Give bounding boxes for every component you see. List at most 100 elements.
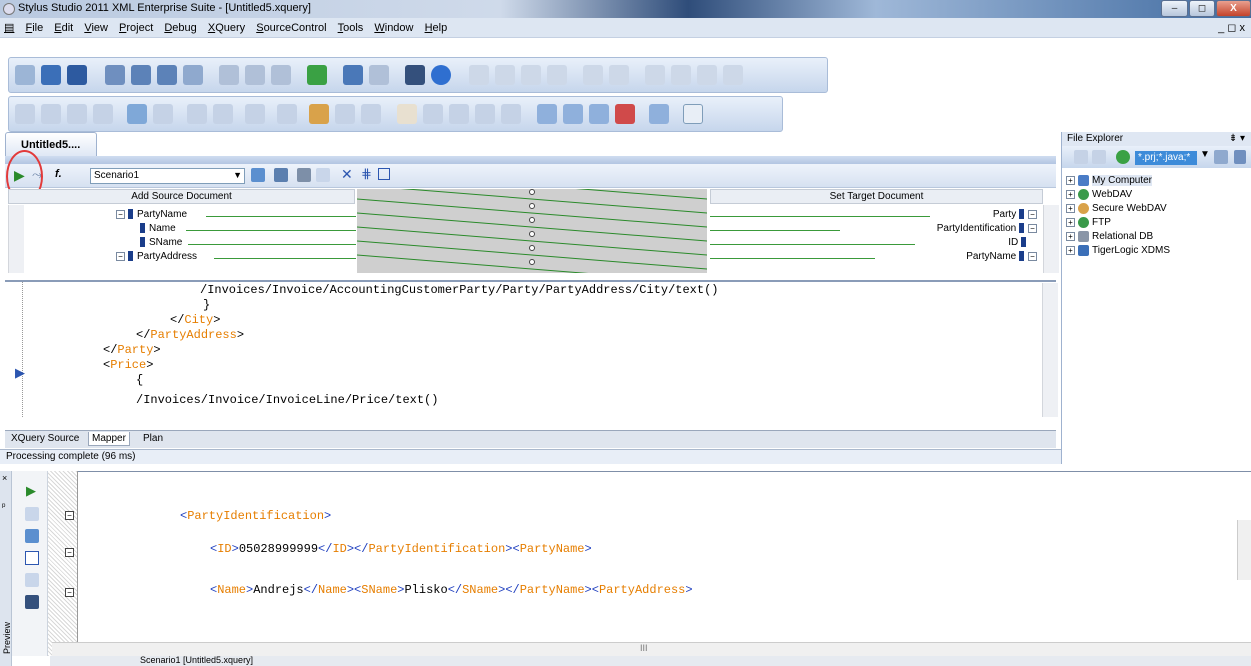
code-scrollbar[interactable] [1042, 283, 1058, 417]
fe-tool1-icon[interactable] [1074, 150, 1088, 164]
menu-file[interactable]: File [21, 19, 47, 37]
help-icon[interactable] [431, 65, 451, 85]
preview-tool3-icon[interactable] [25, 595, 39, 609]
disabled9-icon[interactable] [697, 65, 717, 85]
close-icon[interactable]: × [2, 473, 7, 483]
preview-hscrollbar[interactable]: III [52, 642, 1251, 656]
window3-icon[interactable] [157, 65, 177, 85]
dbg12-icon[interactable] [361, 104, 381, 124]
disabled5-icon[interactable] [583, 65, 603, 85]
minimize-button[interactable]: – [1161, 0, 1188, 17]
dbg10-icon[interactable] [277, 104, 297, 124]
menu-sourcecontrol[interactable]: SourceControl [252, 19, 330, 37]
menu-doc-icon[interactable]: ▤ [0, 18, 18, 37]
fe-tool3-icon[interactable] [1214, 150, 1228, 164]
mapper-tool4-icon[interactable] [316, 168, 330, 182]
mapper-tool6-icon[interactable]: ⋕ [361, 166, 372, 182]
source-node-name[interactable]: Name [140, 223, 176, 234]
dbg8-icon[interactable] [213, 104, 233, 124]
target-node-party[interactable]: Party − [930, 209, 1040, 220]
dbg9-icon[interactable] [245, 104, 265, 124]
preview-tool2-icon[interactable] [25, 573, 39, 587]
print-icon[interactable] [405, 65, 425, 85]
cut-icon[interactable] [219, 65, 239, 85]
fe-item-ftp[interactable]: + FTP [1066, 217, 1111, 228]
preview-vscrollbar[interactable] [1237, 520, 1251, 580]
function-icon[interactable]: f. [55, 168, 62, 180]
dbg15-icon[interactable] [475, 104, 495, 124]
text-view-icon[interactable] [25, 551, 39, 565]
tab-scenario1[interactable]: Scenario1 [Untitled5.xquery] [140, 655, 253, 665]
hand-icon[interactable] [397, 104, 417, 124]
mdi-controls[interactable]: _ ◻ x [1218, 21, 1245, 34]
collapse-icon[interactable]: − [65, 511, 74, 520]
target-node-partyname[interactable]: PartyName − [860, 251, 1040, 262]
browser-icon[interactable] [25, 529, 39, 543]
dbg18-icon[interactable] [563, 104, 583, 124]
target-node-partyidentification[interactable]: PartyIdentification − [840, 223, 1040, 234]
dbg1-icon[interactable] [15, 104, 35, 124]
fe-tool2-icon[interactable] [1092, 150, 1106, 164]
tab-xquery-source[interactable]: XQuery Source [8, 432, 82, 446]
collapse-icon[interactable]: − [65, 588, 74, 597]
dbg13-icon[interactable] [423, 104, 443, 124]
dbg4-icon[interactable] [93, 104, 113, 124]
dbg11-icon[interactable] [335, 104, 355, 124]
disabled8-icon[interactable] [671, 65, 691, 85]
disabled6-icon[interactable] [609, 65, 629, 85]
menu-tools[interactable]: Tools [334, 19, 368, 37]
menu-project[interactable]: Project [115, 19, 157, 37]
target-node-id[interactable]: ID [900, 237, 1030, 248]
dbg22-icon[interactable] [683, 104, 703, 124]
disabled3-icon[interactable] [521, 65, 541, 85]
source-scrollbar[interactable] [8, 205, 24, 273]
dbg6-icon[interactable] [153, 104, 173, 124]
dbg20-icon[interactable] [615, 104, 635, 124]
source-node-partyname[interactable]: − PartyName [116, 209, 187, 220]
window2-icon[interactable] [131, 65, 151, 85]
undo-icon[interactable] [343, 65, 363, 85]
disabled4-icon[interactable] [547, 65, 567, 85]
disabled10-icon[interactable] [723, 65, 743, 85]
mapper-tool1-icon[interactable] [251, 168, 265, 182]
dbg2-icon[interactable] [41, 104, 61, 124]
copy-icon[interactable] [245, 65, 265, 85]
paste-icon[interactable] [271, 65, 291, 85]
disabled1-icon[interactable] [469, 65, 489, 85]
source-header[interactable]: Add Source Document [8, 189, 355, 204]
source-node-sname[interactable]: SName [140, 237, 182, 248]
close-button[interactable]: X [1216, 0, 1251, 17]
file-filter-select[interactable]: *.prj;*.java;* [1135, 151, 1197, 165]
dbg16-icon[interactable] [501, 104, 521, 124]
menu-edit[interactable]: Edit [50, 19, 77, 37]
bug-icon[interactable] [309, 104, 329, 124]
scenario-select[interactable]: Scenario1 ▼ [90, 168, 245, 184]
refresh-icon[interactable] [1116, 150, 1130, 164]
preview-tool1-icon[interactable] [25, 507, 39, 521]
target-scrollbar[interactable] [1043, 205, 1059, 273]
menu-xquery[interactable]: XQuery [204, 19, 249, 37]
menu-view[interactable]: View [80, 19, 112, 37]
open-icon[interactable] [41, 65, 61, 85]
menu-window[interactable]: Window [370, 19, 417, 37]
run-icon[interactable]: ▶ [26, 483, 36, 499]
menu-debug[interactable]: Debug [160, 19, 200, 37]
disabled2-icon[interactable] [495, 65, 515, 85]
menu-help[interactable]: Help [421, 19, 452, 37]
save-icon[interactable] [67, 65, 87, 85]
fe-tool4-icon[interactable] [1234, 150, 1246, 164]
dbg7-icon[interactable] [187, 104, 207, 124]
dbg21-icon[interactable] [649, 104, 669, 124]
mapper-tool7-icon[interactable] [378, 168, 390, 180]
dbg5-icon[interactable] [127, 104, 147, 124]
fe-item-relational-db[interactable]: + Relational DB [1066, 231, 1153, 242]
chevron-down-icon[interactable]: ▼ [1200, 149, 1210, 160]
pin-icon[interactable]: ᵖ [2, 501, 5, 511]
dbg19-icon[interactable] [589, 104, 609, 124]
fe-item-secure-webdav[interactable]: + Secure WebDAV [1066, 203, 1167, 214]
source-node-partyaddress[interactable]: − PartyAddress [116, 251, 197, 262]
window-icon[interactable] [105, 65, 125, 85]
mapper-tool2-icon[interactable] [274, 168, 288, 182]
window4-icon[interactable] [183, 65, 203, 85]
new-icon[interactable] [15, 65, 35, 85]
